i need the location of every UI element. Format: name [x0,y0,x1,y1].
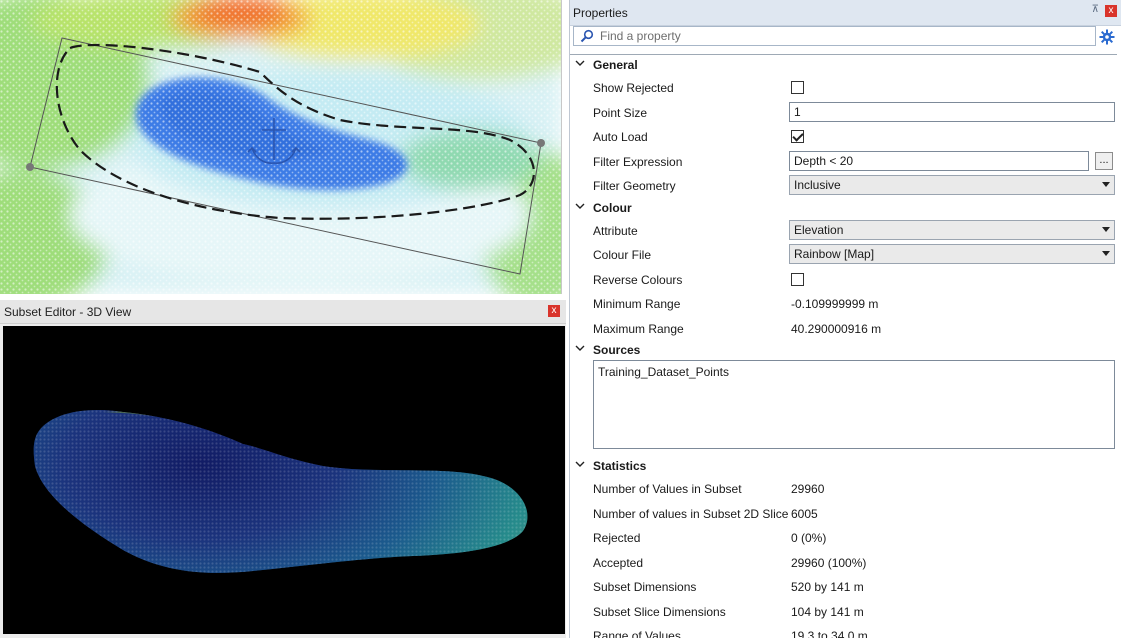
property-label: Filter Expression [593,154,683,169]
panel-3d-titlebar: Subset Editor - 3D View x [0,300,566,324]
stat-value: 6005 [791,506,818,521]
property-label: Colour File [593,248,652,262]
filter-expression-input[interactable]: Depth < 20 [789,150,1089,171]
category-label: Statistics [593,459,647,473]
properties-titlebar: Properties ⊼ x [570,0,1121,26]
select-value: Inclusive [794,178,841,192]
property-label: Auto Load [593,130,648,144]
row-stat-range-of-values: Range of Values 19.3 to 34.0 m [570,623,1117,638]
row-stat-values-in-slice: Number of values in Subset 2D Slice 6005 [570,501,1117,526]
maximum-range-value[interactable]: 40.290000916 m [791,322,881,336]
select-value: Rainbow [Map] [794,247,875,261]
stat-value: 29960 (100%) [791,555,867,570]
stat-value: 29960 [791,482,825,496]
search-icon [580,29,594,43]
row-stat-values-in-subset: Number of Values in Subset 29960 [570,476,1117,501]
filter-geometry-select[interactable]: Inclusive [789,175,1115,195]
close-icon[interactable]: x [548,305,560,317]
dropdown-arrow-icon [1102,251,1110,256]
panel-3d-title: Subset Editor - 3D View [4,305,132,319]
property-label: Number of values in Subset 2D Slice [593,506,789,521]
chevron-down-icon[interactable] [575,459,585,469]
point-speckle-overlay [0,0,561,294]
property-label: Point Size [593,105,648,120]
gear-icon[interactable] [1099,29,1115,45]
category-label: Sources [593,343,641,357]
property-search-box[interactable] [573,26,1096,46]
reverse-colours-checkbox[interactable] [791,272,804,286]
property-label: Minimum Range [593,297,681,311]
category-general[interactable]: General [570,55,1117,75]
property-label: Attribute [593,223,638,238]
property-label: Number of Values in Subset [593,482,742,496]
row-point-size: Point Size 1 [570,100,1117,125]
minimum-range-value[interactable]: -0.109999999 m [791,297,878,311]
chevron-down-icon[interactable] [575,343,585,353]
3d-point-cloud[interactable] [3,326,565,634]
properties-title: Properties [573,6,628,20]
stat-value: 104 by 141 m [791,604,864,619]
show-rejected-checkbox[interactable] [791,81,804,94]
row-stat-slice-dimensions: Subset Slice Dimensions 104 by 141 m [570,599,1117,624]
row-stat-accepted: Accepted 29960 (100%) [570,550,1117,575]
property-search-input[interactable] [600,28,1090,44]
dropdown-arrow-icon [1102,182,1110,187]
row-show-rejected: Show Rejected [570,75,1117,100]
property-label: Maximum Range [593,321,684,336]
row-stat-subset-dimensions: Subset Dimensions 520 by 141 m [570,574,1117,599]
map-2d-canvas[interactable] [0,0,562,294]
row-minimum-range: Minimum Range -0.109999999 m [570,291,1117,316]
property-label: Subset Slice Dimensions [593,604,726,619]
property-label: Subset Dimensions [593,580,697,594]
row-auto-load: Auto Load [570,124,1117,149]
row-reverse-colours: Reverse Colours [570,267,1117,292]
category-label: General [593,58,638,72]
row-filter-expression: Filter Expression Depth < 20 ... [570,149,1117,174]
chevron-down-icon[interactable] [575,58,585,68]
category-sources[interactable]: Sources [570,340,1117,360]
dropdown-arrow-icon [1102,226,1110,232]
subset-editor-3d-panel: Subset Editor - 3D View x [0,300,566,638]
stat-value: 520 by 141 m [791,580,864,594]
auto-load-checkbox[interactable] [791,130,804,143]
property-label: Show Rejected [593,81,674,95]
close-icon[interactable]: x [1105,5,1117,17]
category-statistics[interactable]: Statistics [570,456,1117,476]
bbox-handle-right[interactable] [537,139,545,147]
bbox-handle-left[interactable] [26,163,34,171]
category-label: Colour [593,200,632,215]
pin-icon[interactable]: ⊼ [1092,4,1099,15]
stat-value: 19.3 to 34.0 m [791,629,868,638]
property-label: Range of Values [593,629,681,638]
row-filter-geometry: Filter Geometry Inclusive [570,173,1117,198]
row-colour-file: Colour File Rainbow [Map] [570,242,1117,267]
point-size-input[interactable]: 1 [789,101,1115,122]
property-label: Rejected [593,531,641,545]
sources-list[interactable]: Training_Dataset_Points [593,360,1115,449]
stat-value: 0 (0%) [791,531,827,545]
property-label: Filter Geometry [593,179,676,193]
category-colour[interactable]: Colour [570,198,1117,218]
row-attribute: Attribute Elevation [570,218,1117,243]
property-label: Accepted [593,555,644,570]
select-value: Elevation [794,222,844,237]
colour-file-select[interactable]: Rainbow [Map] [789,244,1115,264]
3d-viewport[interactable] [3,326,565,634]
attribute-select[interactable]: Elevation [789,219,1115,240]
row-sources: Training_Dataset_Points [570,360,1117,456]
filter-expression-browse-button[interactable]: ... [1095,151,1113,170]
properties-panel: Properties ⊼ x General Sh [569,0,1121,638]
map-2d-view[interactable] [0,0,562,294]
row-maximum-range: Maximum Range 40.290000916 m [570,316,1117,341]
source-item[interactable]: Training_Dataset_Points [598,365,1110,379]
chevron-down-icon[interactable] [575,201,585,211]
property-grid: General Show Rejected Point Size 1 Auto … [570,54,1117,638]
property-label: Reverse Colours [593,272,683,287]
row-stat-rejected: Rejected 0 (0%) [570,525,1117,550]
